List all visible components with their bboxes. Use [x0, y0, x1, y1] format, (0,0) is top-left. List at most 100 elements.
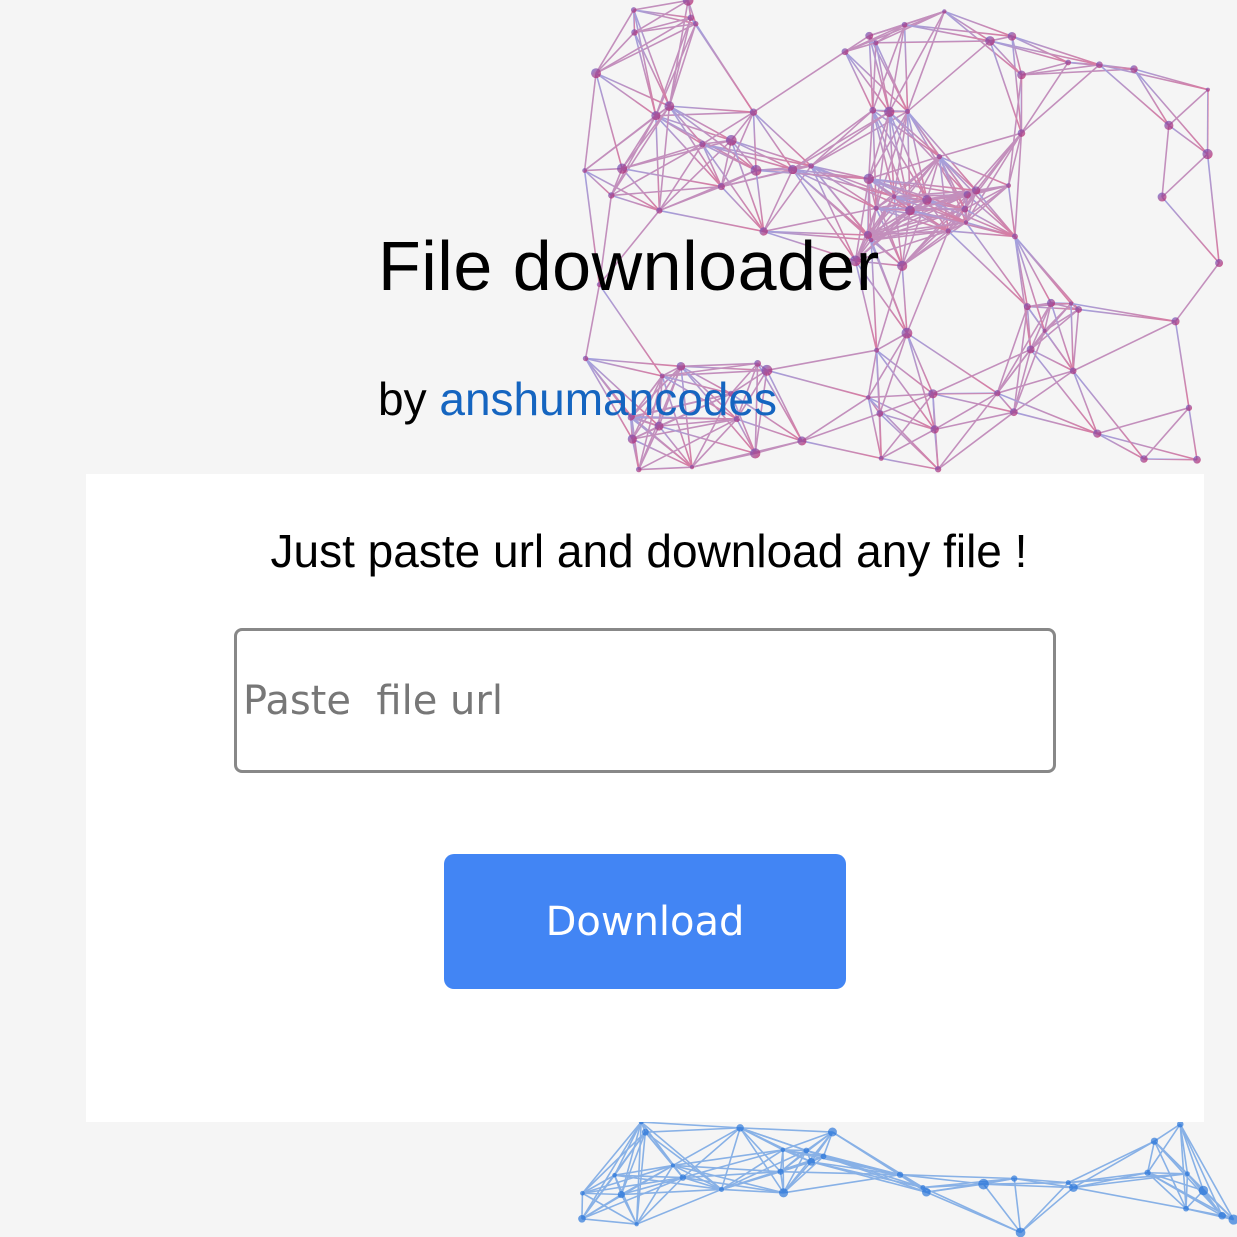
network-node — [1157, 192, 1167, 202]
network-node — [693, 21, 699, 27]
network-node — [972, 186, 981, 195]
network-node — [905, 108, 911, 114]
network-node — [901, 21, 908, 28]
network-node — [1042, 328, 1047, 333]
page: File downloader by anshumancodes Just pa… — [0, 0, 1237, 1237]
network-edge — [844, 51, 874, 111]
network-node — [1011, 233, 1018, 240]
network-edge — [875, 40, 990, 44]
network-edge — [823, 1155, 924, 1189]
network-node — [865, 31, 874, 40]
network-edge — [1013, 411, 1098, 435]
network-node — [676, 362, 686, 371]
network-node — [869, 106, 877, 114]
network-edge — [595, 31, 636, 74]
download-button[interactable]: Download — [444, 854, 846, 989]
network-edge — [766, 349, 877, 372]
network-node — [866, 395, 871, 400]
network-node — [699, 140, 706, 148]
network-edge — [1073, 1140, 1155, 1189]
network-node — [750, 448, 761, 459]
network-node — [1069, 367, 1077, 375]
network-node — [905, 205, 915, 216]
network-node — [1185, 1171, 1190, 1177]
network-edge — [1072, 370, 1099, 434]
page-title: File downloader — [378, 227, 880, 305]
network-edge — [581, 1121, 642, 1194]
network-edge — [690, 17, 755, 113]
network-node — [641, 1128, 649, 1136]
network-edge — [810, 111, 890, 167]
network-node — [1065, 59, 1072, 66]
network-node — [1017, 129, 1026, 137]
network-node — [896, 1171, 904, 1178]
network-edge — [1097, 407, 1190, 435]
network-node — [1202, 148, 1213, 160]
network-edge — [1098, 64, 1170, 126]
network-edge — [934, 392, 998, 431]
network-edge — [702, 143, 812, 167]
network-node — [689, 465, 695, 470]
network-node — [1093, 429, 1102, 438]
network-node — [682, 0, 694, 6]
network-edge — [1153, 1123, 1181, 1142]
network-node — [897, 260, 908, 271]
network-node — [1069, 1183, 1078, 1192]
network-edge — [720, 140, 733, 187]
network-edge — [810, 109, 874, 167]
network-node — [1164, 120, 1174, 130]
network-edge — [645, 1127, 741, 1133]
network-node — [617, 1190, 625, 1199]
network-node — [1046, 298, 1056, 308]
network-edge — [658, 139, 732, 212]
network-node — [788, 164, 798, 175]
network-node — [1185, 404, 1193, 411]
network-edge — [581, 1193, 622, 1220]
network-node — [617, 163, 628, 174]
network-edge — [753, 51, 846, 113]
network-node — [920, 1184, 926, 1190]
network-node — [901, 327, 913, 339]
network-node — [778, 1188, 789, 1198]
file-url-input[interactable] — [234, 628, 1056, 773]
network-edge — [1070, 302, 1176, 323]
network-edge — [932, 392, 998, 395]
network-node — [679, 1174, 687, 1181]
network-node — [936, 153, 943, 160]
network-node — [664, 101, 675, 112]
network-edge — [1161, 153, 1209, 198]
network-edge — [595, 72, 623, 169]
network-node — [608, 192, 615, 199]
author-link[interactable]: anshumancodes — [439, 373, 777, 425]
network-node — [863, 173, 874, 185]
network-node — [942, 9, 947, 14]
network-node — [1006, 183, 1012, 188]
network-edge — [943, 10, 1022, 76]
byline-prefix: by — [378, 373, 427, 425]
network-node — [1205, 87, 1210, 92]
network-edge — [1096, 432, 1145, 460]
network-edge — [1161, 125, 1170, 198]
network-edge — [584, 167, 623, 172]
network-node — [736, 1124, 744, 1132]
network-edge — [610, 105, 671, 196]
network-edge — [903, 24, 909, 112]
network-node — [922, 195, 932, 205]
network-edge — [989, 40, 1100, 66]
network-edge — [932, 392, 1015, 413]
network-node — [1023, 303, 1031, 311]
network-edge — [752, 112, 757, 171]
network-node — [808, 163, 814, 169]
network-edge — [1143, 458, 1198, 461]
network-edge — [1099, 63, 1209, 91]
network-edge — [638, 466, 692, 471]
network-edge — [801, 440, 882, 460]
network-edge — [1072, 370, 1145, 460]
network-node — [930, 425, 939, 434]
network-edge — [1174, 321, 1190, 408]
network-edge — [906, 332, 936, 430]
network-edge — [582, 1192, 622, 1196]
network-node — [884, 106, 895, 118]
network-edge — [655, 17, 692, 116]
network-edge — [1043, 330, 1074, 372]
